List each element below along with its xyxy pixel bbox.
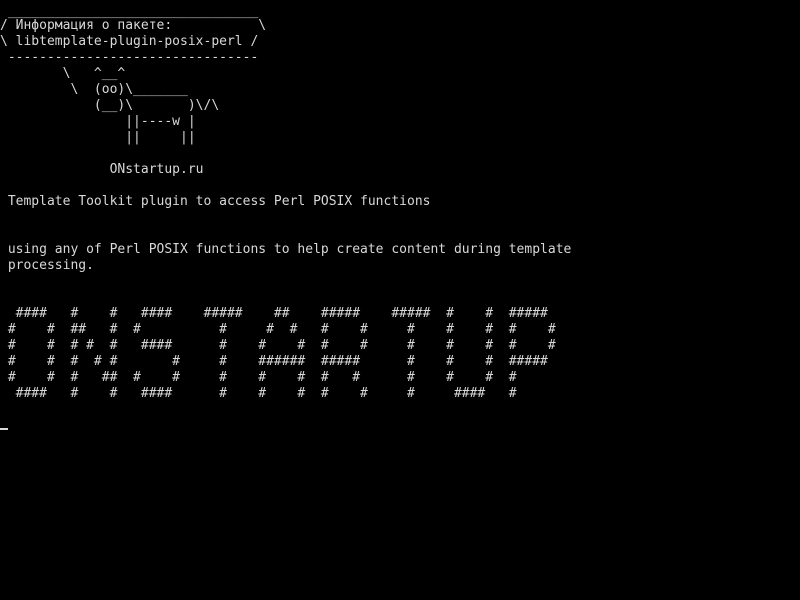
banner-line: # # ## # # # # # # # # # # # #	[0, 322, 556, 337]
banner-line: #### # # #### ##### ## ##### ##### # # #…	[0, 306, 548, 321]
cow-art-line: ||----w |	[0, 114, 196, 129]
cow-art-line: || ||	[0, 130, 196, 145]
terminal-screen[interactable]: ________________________________ / Инфор…	[0, 0, 800, 600]
banner-line: # # # ## # # # # # # # # # # #	[0, 370, 517, 385]
bubble-line-1: / Информация о пакете: \	[0, 18, 267, 33]
cow-art-line: (__)\ )\/\	[0, 98, 220, 113]
text-cursor	[0, 428, 8, 430]
banner-line: #### # # #### # # # # # # #### #	[0, 386, 517, 401]
bubble-bottom-border: --------------------------------	[0, 50, 259, 65]
site-name: ONstartup.ru	[0, 162, 204, 177]
cow-art-line: \ (oo)\_______	[0, 82, 188, 97]
cow-art-line: \ ^__^	[0, 66, 126, 81]
package-summary: Template Toolkit plugin to access Perl P…	[0, 194, 431, 209]
bubble-line-2: \ libtemplate-plugin-posix-perl /	[0, 34, 259, 49]
banner-line: # # # # # # # ###### ##### # # # #####	[0, 354, 548, 369]
package-description-line: using any of Perl POSIX functions to hel…	[0, 242, 572, 257]
banner-line: # # # # # #### # # # # # # # # # #	[0, 338, 556, 353]
package-description-line: processing.	[0, 258, 94, 273]
